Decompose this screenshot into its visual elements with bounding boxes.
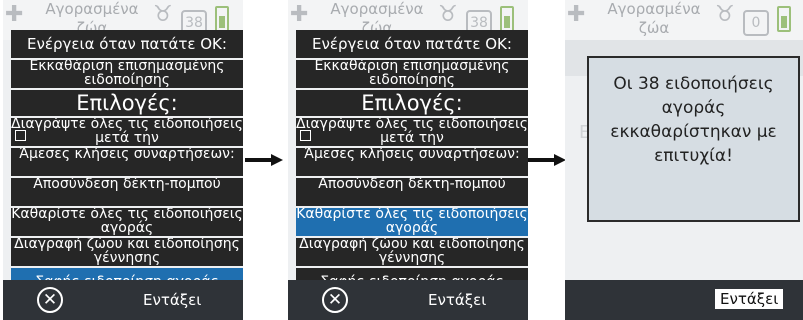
success-dialog: Οι 38 ειδοποιήσεις αγοράς εκκαθαρίστηκαν… (587, 56, 800, 222)
arrow-right-icon (528, 154, 566, 166)
ok-button[interactable]: Εντάξει (428, 291, 486, 309)
menu-heading: Ενέργεια όταν πατάτε ΟΚ: (296, 30, 528, 58)
app-header: ✚ Αγορασμένα ζώα ♉ 0 (565, 0, 803, 40)
add-animal-icon: ✚ (567, 2, 586, 27)
menu-direct-calls-label: Άμεσες κλήσεις συναρτήσεων: (296, 148, 528, 176)
menu-item-delete-animal-birth[interactable]: Διαγραφή ζώου και ειδοποίησης γέννησης (11, 238, 243, 266)
footer-bar: ✕ Εντάξει (288, 280, 528, 320)
screen-panel-2: ✚ Αγορασμένα ζώα ♉ 38 Ενέργεια όταν πατά… (288, 0, 528, 320)
close-circle-icon[interactable]: ✕ (322, 287, 348, 313)
options-menu: Ενέργεια όταν πατάτε ΟΚ: Εκκαθάριση επισ… (296, 30, 528, 298)
add-animal-icon: ✚ (290, 2, 309, 27)
menu-item-disconnect-transceiver[interactable]: Αποσύνδεση δέκτη-πομπού (296, 178, 528, 206)
cow-icon: ♉ (715, 2, 735, 27)
menu-item-clear-all-purchase[interactable]: Καθαρίστε όλες τις ειδοποιήσεις αγοράς (11, 208, 243, 236)
ok-button[interactable]: Εντάξει (143, 291, 201, 309)
menu-item-delete-animal-birth[interactable]: Διαγραφή ζώου και ειδοποίησης γέννησης (296, 238, 528, 266)
menu-item-clear-marked[interactable]: Εκκαθάριση επισημασμένης ειδοποίησης (11, 60, 243, 88)
battery-icon (215, 6, 229, 32)
menu-item-delete-all-after[interactable]: Διαγράψτε όλες τις ειδοποιήσεις μετά την (296, 118, 528, 146)
dialog-message: Οι 38 ειδοποιήσεις αγοράς εκκαθαρίστηκαν… (610, 74, 777, 166)
menu-options-label: Επιλογές: (11, 90, 243, 116)
menu-heading: Ενέργεια όταν πατάτε ΟΚ: (11, 30, 243, 58)
battery-icon (777, 6, 791, 32)
menu-item-delete-all-after[interactable]: Διαγράψτε όλες τις ειδοποιήσεις μετά την (11, 118, 243, 146)
battery-icon (500, 6, 514, 32)
footer-bar: ✕ Εντάξει (3, 280, 243, 320)
menu-options-label: Επιλογές: (296, 90, 528, 116)
ok-button[interactable]: Εντάξει (715, 289, 784, 309)
options-menu: Ενέργεια όταν πατάτε ΟΚ: Εκκαθάριση επισ… (11, 30, 243, 298)
arrow-right-icon (245, 154, 283, 166)
header-title: Αγορασμένα ζώα (607, 0, 701, 37)
footer-bar: Εντάξει (565, 280, 803, 320)
menu-item-clear-all-purchase[interactable]: Καθαρίστε όλες τις ειδοποιήσεις αγοράς (296, 208, 528, 236)
menu-item-disconnect-transceiver[interactable]: Αποσύνδεση δέκτη-πομπού (11, 178, 243, 206)
menu-direct-calls-label: Άμεσες κλήσεις συναρτήσεων: (11, 148, 243, 176)
add-animal-icon: ✚ (5, 2, 24, 27)
menu-item-clear-marked[interactable]: Εκκαθάριση επισημασμένης ειδοποίησης (296, 60, 528, 88)
cow-icon: ♉ (153, 2, 173, 27)
screen-panel-3: ✚ Αγορασμένα ζώα ♉ 0 Ε ς! Οι 38 ειδοποιή… (565, 0, 803, 320)
notification-count: 0 (743, 10, 769, 36)
close-circle-icon[interactable]: ✕ (37, 287, 63, 313)
screen-panel-1: ✚ Αγορασμένα ζώα ♉ 38 Ενέργεια όταν πατά… (3, 0, 243, 320)
cow-icon: ♉ (438, 2, 458, 27)
